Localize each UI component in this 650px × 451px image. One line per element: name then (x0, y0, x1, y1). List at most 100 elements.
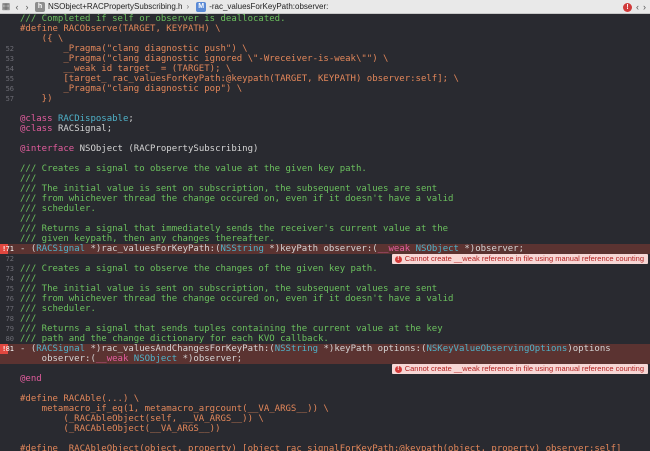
code-line[interactable]: @class RACDisposable; (0, 114, 650, 124)
error-code-line-continuation[interactable]: observer:(__weak NSObject *)observer; (0, 354, 650, 364)
code-token: observer:( (20, 354, 96, 364)
code-text: __weak id target_ = (TARGET); \ (20, 64, 231, 74)
code-token: RACSignal; (57, 124, 113, 134)
code-text: /// path and the change dictionary for e… (20, 334, 329, 344)
code-line[interactable] (0, 384, 650, 394)
code-line[interactable] (0, 154, 650, 164)
code-token: __weak id target_ = (TARGET); \ (20, 64, 232, 74)
line-number: 55 (5, 75, 14, 83)
code-line[interactable]: 77 /// scheduler. (0, 304, 650, 314)
line-number: 57 (5, 95, 14, 103)
related-items-grid-icon[interactable]: ▦ (0, 0, 12, 14)
line-number: 79 (5, 325, 14, 333)
error-badge-icon[interactable]: ! (623, 2, 632, 12)
code-token: /// (20, 314, 37, 324)
code-line[interactable]: metamacro_if_eq(1, metamacro_argcount(__… (0, 404, 650, 414)
jump-bar-file[interactable]: h NSObject+RACPropertySubscribing.h (32, 0, 183, 14)
code-line[interactable]: 74 /// (0, 274, 650, 284)
code-line[interactable] (0, 434, 650, 444)
previous-issue-icon[interactable]: ‹ (636, 2, 639, 12)
code-line[interactable]: 55 [target_ rac_valuesForKeyPath:@keypat… (0, 74, 650, 84)
code-token: /// given keypath, then any changes ther… (20, 234, 275, 244)
code-token: metamacro_if_eq(1, metamacro_argcount(__… (20, 404, 329, 414)
code-line[interactable]: @end (0, 374, 650, 384)
code-line[interactable]: 54 __weak id target_ = (TARGET); \ (0, 64, 650, 74)
back-arrow-icon[interactable]: ‹ (12, 0, 22, 14)
source-editor[interactable]: /// Completed if self or observer is dea… (0, 14, 650, 451)
line-number: 71 (5, 245, 14, 253)
code-line[interactable]: /// (0, 174, 650, 184)
code-token: #define _RACAbleObject(object, property)… (20, 444, 622, 451)
code-line[interactable]: (_RACAbleObject(self, __VA_ARGS__)) \ (0, 414, 650, 424)
code-text: /// (20, 274, 36, 284)
line-number: 73 (5, 265, 14, 273)
code-token: NSObject (RACPropertySubscribing) (79, 144, 259, 154)
line-number: 80 (5, 335, 14, 343)
code-line[interactable]: /// Completed if self or observer is dea… (0, 14, 650, 24)
code-token: RACSignal (36, 244, 86, 254)
code-line[interactable]: @interface NSObject (RACPropertySubscrib… (0, 144, 650, 154)
code-text: /// (20, 314, 36, 324)
code-line[interactable]: /// scheduler. (0, 204, 650, 214)
code-line[interactable]: ({ \ (0, 34, 650, 44)
code-line[interactable] (0, 104, 650, 114)
code-text: /// The initial value is sent on subscri… (20, 284, 437, 294)
code-token: #define RACAble(...) \ (20, 394, 140, 404)
code-line[interactable]: 80 /// path and the change dictionary for… (0, 334, 650, 344)
code-text: observer:(__weak NSObject *)observer; (20, 354, 243, 364)
code-text: #define RACObserve(TARGET, KEYPATH) \ (20, 24, 220, 34)
code-token: /// (20, 214, 37, 224)
code-line[interactable]: 78 /// (0, 314, 650, 324)
line-number: 53 (5, 55, 14, 63)
code-line[interactable]: ! Cannot create __weak reference in file … (0, 364, 650, 374)
code-text: #define _RACAbleObject(object, property)… (20, 444, 621, 451)
error-icon: ! (394, 365, 402, 373)
code-text: _Pragma("clang diagnostic pop") \ (20, 84, 242, 94)
code-line[interactable]: 56 _Pragma("clang diagnostic pop") \ (0, 84, 650, 94)
code-token: /// Creates a signal to observe the chan… (20, 264, 378, 274)
code-text: /// given keypath, then any changes ther… (20, 234, 275, 244)
error-code-line[interactable]: 71 - (RACSignal *)rac_valuesForKeyPath:(N… (0, 244, 650, 254)
code-token: /// from whichever thread the change occ… (20, 294, 454, 304)
code-token: - ( (20, 244, 37, 254)
error-annotation[interactable]: ! Cannot create __weak reference in file … (391, 364, 648, 374)
code-line[interactable]: 75 /// The initial value is sent on subsc… (0, 284, 650, 294)
code-line[interactable]: #define RACAble(...) \ (0, 394, 650, 404)
code-line[interactable]: 76 /// from whichever thread the change o… (0, 294, 650, 304)
code-token: /// The initial value is sent on subscri… (20, 184, 438, 194)
error-annotation[interactable]: ! Cannot create __weak reference in file … (391, 254, 648, 264)
code-line[interactable]: 53 _Pragma("clang diagnostic ignored \"-… (0, 54, 650, 64)
code-line[interactable]: @class RACSignal; (0, 124, 650, 134)
code-line[interactable]: /// from whichever thread the change occ… (0, 194, 650, 204)
code-line[interactable]: 73 /// Creates a signal to observe the ch… (0, 264, 650, 274)
code-text: /// (20, 174, 36, 184)
next-issue-icon[interactable]: › (643, 2, 646, 12)
code-line[interactable]: #define _RACAbleObject(object, property)… (0, 444, 650, 451)
code-line[interactable]: 79 /// Returns a signal that sends tuples… (0, 324, 650, 334)
code-line[interactable]: /// given keypath, then any changes ther… (0, 234, 650, 244)
code-text: /// from whichever thread the change occ… (20, 294, 453, 304)
code-line[interactable]: (_RACAbleObject(__VA_ARGS__)) (0, 424, 650, 434)
code-token: *)observer; (177, 354, 243, 364)
code-line[interactable]: /// The initial value is sent on subscri… (0, 184, 650, 194)
code-line[interactable]: /// Returns a signal that immediately se… (0, 224, 650, 234)
code-token: /// (20, 274, 37, 284)
code-text: @end (20, 374, 42, 384)
code-line[interactable]: 57 }) (0, 94, 650, 104)
code-line[interactable] (0, 134, 650, 144)
forward-arrow-icon[interactable]: › (22, 0, 32, 14)
jump-bar-method[interactable]: M -rac_valuesForKeyPath:observer: (193, 0, 328, 14)
code-token: _Pragma("clang diagnostic ignored \"-Wre… (20, 54, 389, 64)
code-line[interactable]: /// (0, 214, 650, 224)
error-code-line[interactable]: 81 - (RACSignal *)rac_valuesAndChangesFor… (0, 344, 650, 354)
code-token: /// Returns a signal that immediately se… (20, 224, 449, 234)
code-line[interactable]: /// Creates a signal to observe the valu… (0, 164, 650, 174)
line-number: 77 (5, 305, 14, 313)
error-message: Cannot create __weak reference in file u… (404, 254, 644, 263)
code-text: - (RACSignal *)rac_valuesForKeyPath:(NSS… (20, 244, 524, 254)
code-text: /// Returns a signal that immediately se… (20, 224, 448, 234)
code-token: }) (20, 94, 53, 104)
code-line[interactable]: 72! Cannot create __weak reference in fil… (0, 254, 650, 264)
code-line[interactable]: 52 _Pragma("clang diagnostic push") \ (0, 44, 650, 54)
code-line[interactable]: #define RACObserve(TARGET, KEYPATH) \ (0, 24, 650, 34)
